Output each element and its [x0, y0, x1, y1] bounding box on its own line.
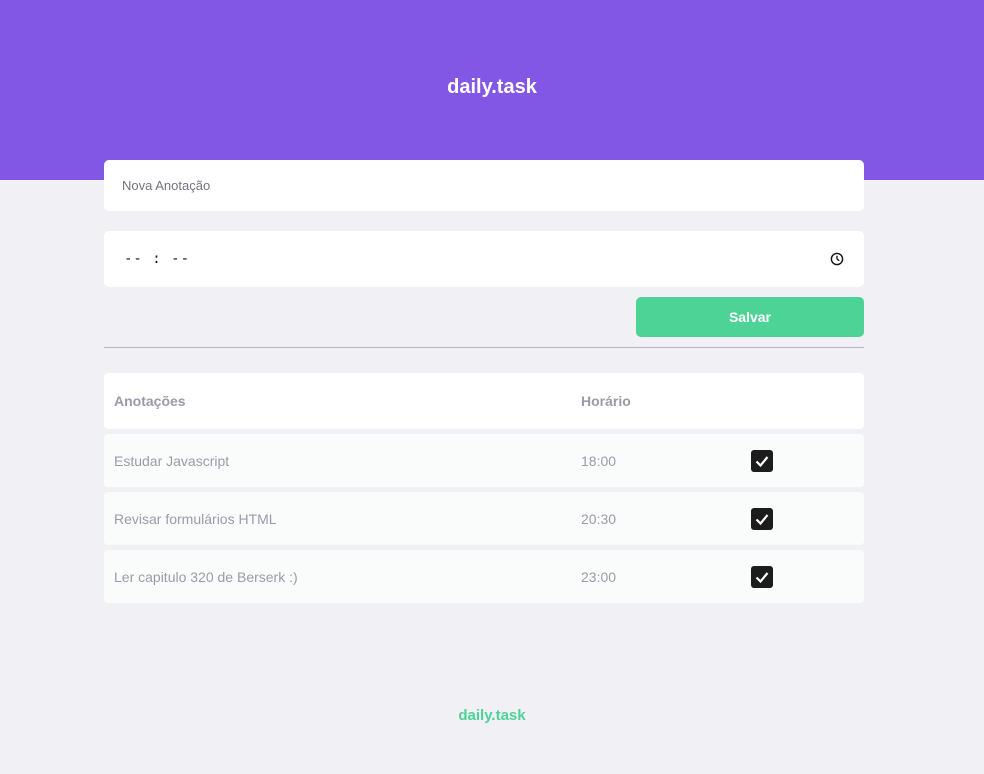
- row-time: 18:00: [581, 452, 617, 469]
- checkbox-checked-icon[interactable]: [751, 565, 773, 588]
- table-row: Estudar Javascript 18:00: [104, 434, 864, 487]
- header-brand: daily.task: [447, 76, 537, 98]
- row-note: Revisar formulários HTML: [114, 510, 277, 527]
- save-button[interactable]: Salvar: [636, 297, 864, 337]
- header-time: Horário: [581, 393, 631, 409]
- row-time: 23:00: [581, 568, 617, 585]
- table-row: Revisar formulários HTML 20:30: [104, 492, 864, 545]
- clock-icon[interactable]: [830, 252, 844, 266]
- row-note: Estudar Javascript: [114, 452, 230, 469]
- checkbox-checked-icon[interactable]: [751, 507, 773, 530]
- divider: [104, 347, 864, 348]
- header-notes: Anotações: [114, 393, 186, 409]
- row-time: 20:30: [581, 510, 617, 527]
- note-input[interactable]: Nova Anotação: [104, 160, 864, 211]
- table-header: Anotações Horário: [104, 373, 864, 429]
- table-row: Ler capitulo 320 de Berserk :) 23:00: [104, 550, 864, 603]
- row-note: Ler capitulo 320 de Berserk :): [114, 568, 298, 585]
- checkbox-checked-icon[interactable]: [751, 449, 773, 472]
- header-banner: daily.task: [0, 0, 984, 180]
- note-input-placeholder: Nova Anotação: [122, 178, 211, 193]
- footer-brand: daily.task: [458, 707, 526, 724]
- time-input-value: -- : --: [124, 251, 191, 267]
- notes-table: Anotações Horário Estudar Javascript 18:…: [104, 373, 864, 608]
- time-input[interactable]: -- : --: [104, 231, 864, 287]
